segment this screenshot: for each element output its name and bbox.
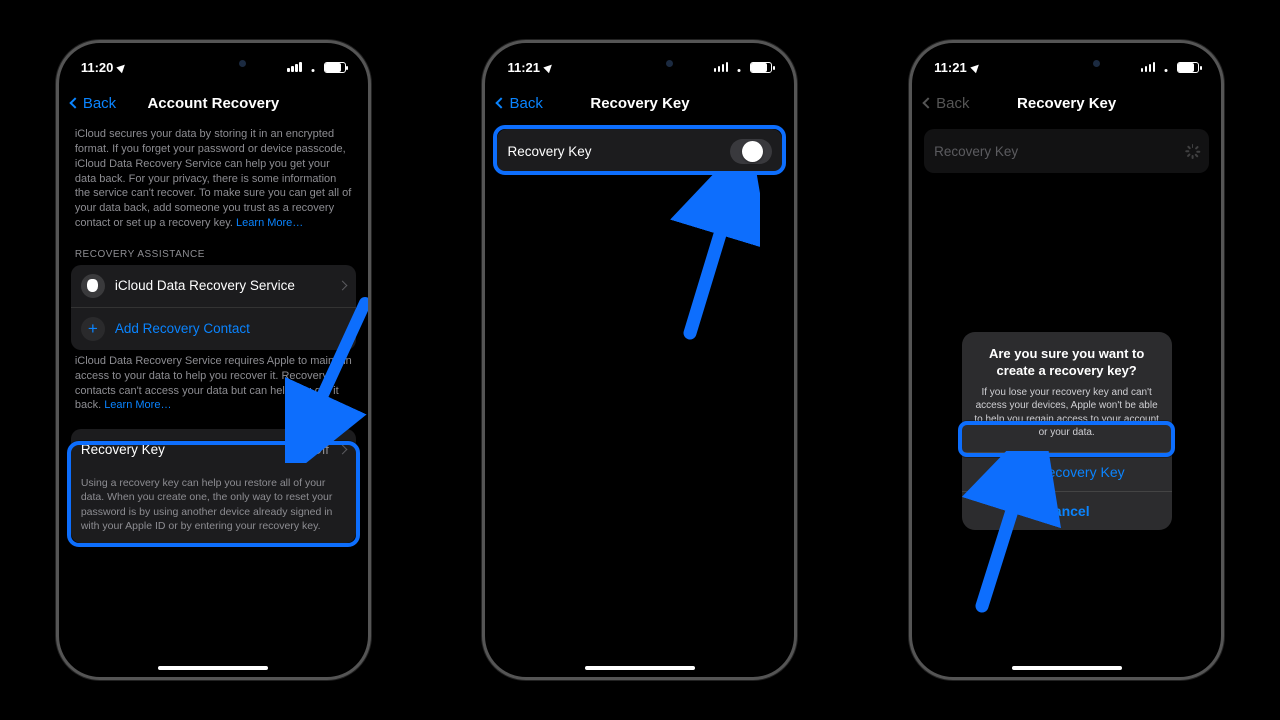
plus-icon: + [81, 317, 105, 341]
volume-down[interactable] [482, 263, 484, 311]
volume-up[interactable] [909, 203, 911, 251]
status-time: 11:21 [507, 60, 540, 75]
recovery-key-toggle[interactable] [730, 139, 772, 164]
phone-recovery-key-toggle: 11:21 Back Recovery Key Recovery Key [482, 40, 797, 680]
back-label: Back [936, 95, 969, 112]
notch [575, 51, 705, 75]
notch [148, 51, 278, 75]
cellular-icon [1141, 62, 1156, 72]
volume-down[interactable] [909, 263, 911, 311]
recovery-key-value: Off [312, 442, 329, 457]
recovery-key-group: Recovery Key Off Using a recovery key ca… [71, 429, 356, 543]
chevron-left-icon [69, 97, 80, 108]
recovery-assistance-group: iCloud Data Recovery Service + Add Recov… [71, 265, 356, 350]
back-button-disabled: Back [924, 95, 969, 112]
home-indicator[interactable] [1012, 666, 1122, 670]
toggle-label: Recovery Key [507, 144, 720, 159]
status-time: 11:20 [81, 60, 114, 75]
volume-up[interactable] [56, 203, 58, 251]
use-recovery-key-button[interactable]: Use Recovery Key [962, 452, 1172, 491]
home-indicator[interactable] [585, 666, 695, 670]
wifi-icon [732, 62, 746, 72]
dialog-backdrop: Are you sure you want to create a recove… [924, 123, 1209, 659]
volume-up[interactable] [482, 203, 484, 251]
toggle-group: Recovery Key [497, 129, 782, 173]
content-area: Recovery Key [497, 123, 782, 659]
location-icon [543, 61, 554, 72]
location-icon [970, 61, 981, 72]
mute-switch[interactable] [56, 153, 58, 181]
power-button[interactable] [795, 203, 797, 273]
content-area: iCloud secures your data by storing it i… [71, 123, 356, 659]
assistance-description: iCloud Data Recovery Service requires Ap… [71, 350, 356, 415]
power-button[interactable] [1222, 203, 1224, 273]
recovery-key-description: Using a recovery key can help you restor… [71, 469, 356, 543]
cellular-icon [287, 62, 302, 72]
back-label: Back [83, 95, 116, 112]
chevron-right-icon [337, 444, 347, 454]
intro-text: iCloud secures your data by storing it i… [75, 128, 351, 229]
notch [1002, 51, 1132, 75]
recovery-key-label: Recovery Key [81, 442, 302, 457]
icloud-row-label: iCloud Data Recovery Service [115, 278, 329, 293]
power-button[interactable] [369, 203, 371, 273]
nav-bar: Back Recovery Key [497, 87, 782, 119]
phone-confirm-dialog: 11:21 Back Recovery Key Recovery Key [909, 40, 1224, 680]
dialog-body: If you lose your recovery key and can't … [962, 386, 1172, 452]
chevron-right-icon [337, 281, 347, 291]
add-recovery-contact-row[interactable]: + Add Recovery Contact [71, 307, 356, 350]
status-time: 11:21 [934, 60, 967, 75]
nav-bar: Back Recovery Key [924, 87, 1209, 119]
cellular-icon [714, 62, 729, 72]
mute-switch[interactable] [482, 153, 484, 181]
content-area: Recovery Key Are you sure you want to cr… [924, 123, 1209, 659]
chevron-left-icon [496, 97, 507, 108]
confirm-recovery-key-dialog: Are you sure you want to create a recove… [962, 332, 1172, 530]
back-button[interactable]: Back [71, 95, 116, 112]
phone-account-recovery: 11:20 Back Account Recovery iCloud secur… [56, 40, 371, 680]
apple-icon [81, 274, 105, 298]
home-indicator[interactable] [158, 666, 268, 670]
recovery-key-row[interactable]: Recovery Key Off [71, 429, 356, 469]
nav-bar: Back Account Recovery [71, 87, 356, 119]
back-button[interactable]: Back [497, 95, 542, 112]
recovery-assistance-header: RECOVERY ASSISTANCE [71, 233, 356, 265]
location-icon [117, 61, 128, 72]
back-label: Back [509, 95, 542, 112]
recovery-key-toggle-row[interactable]: Recovery Key [497, 129, 782, 173]
intro-description: iCloud secures your data by storing it i… [71, 123, 356, 233]
dialog-title: Are you sure you want to create a recove… [962, 346, 1172, 386]
battery-icon [1177, 62, 1199, 73]
assist-learn-more-link[interactable]: Learn More… [104, 399, 171, 411]
chevron-left-icon [922, 97, 933, 108]
volume-down[interactable] [56, 263, 58, 311]
battery-icon [750, 62, 772, 73]
learn-more-link[interactable]: Learn More… [236, 217, 303, 229]
cancel-button[interactable]: Cancel [962, 491, 1172, 530]
wifi-icon [1159, 62, 1173, 72]
icloud-data-recovery-row[interactable]: iCloud Data Recovery Service [71, 265, 356, 307]
add-contact-label: Add Recovery Contact [115, 321, 346, 336]
mute-switch[interactable] [909, 153, 911, 181]
wifi-icon [306, 62, 320, 72]
battery-icon [324, 62, 346, 73]
